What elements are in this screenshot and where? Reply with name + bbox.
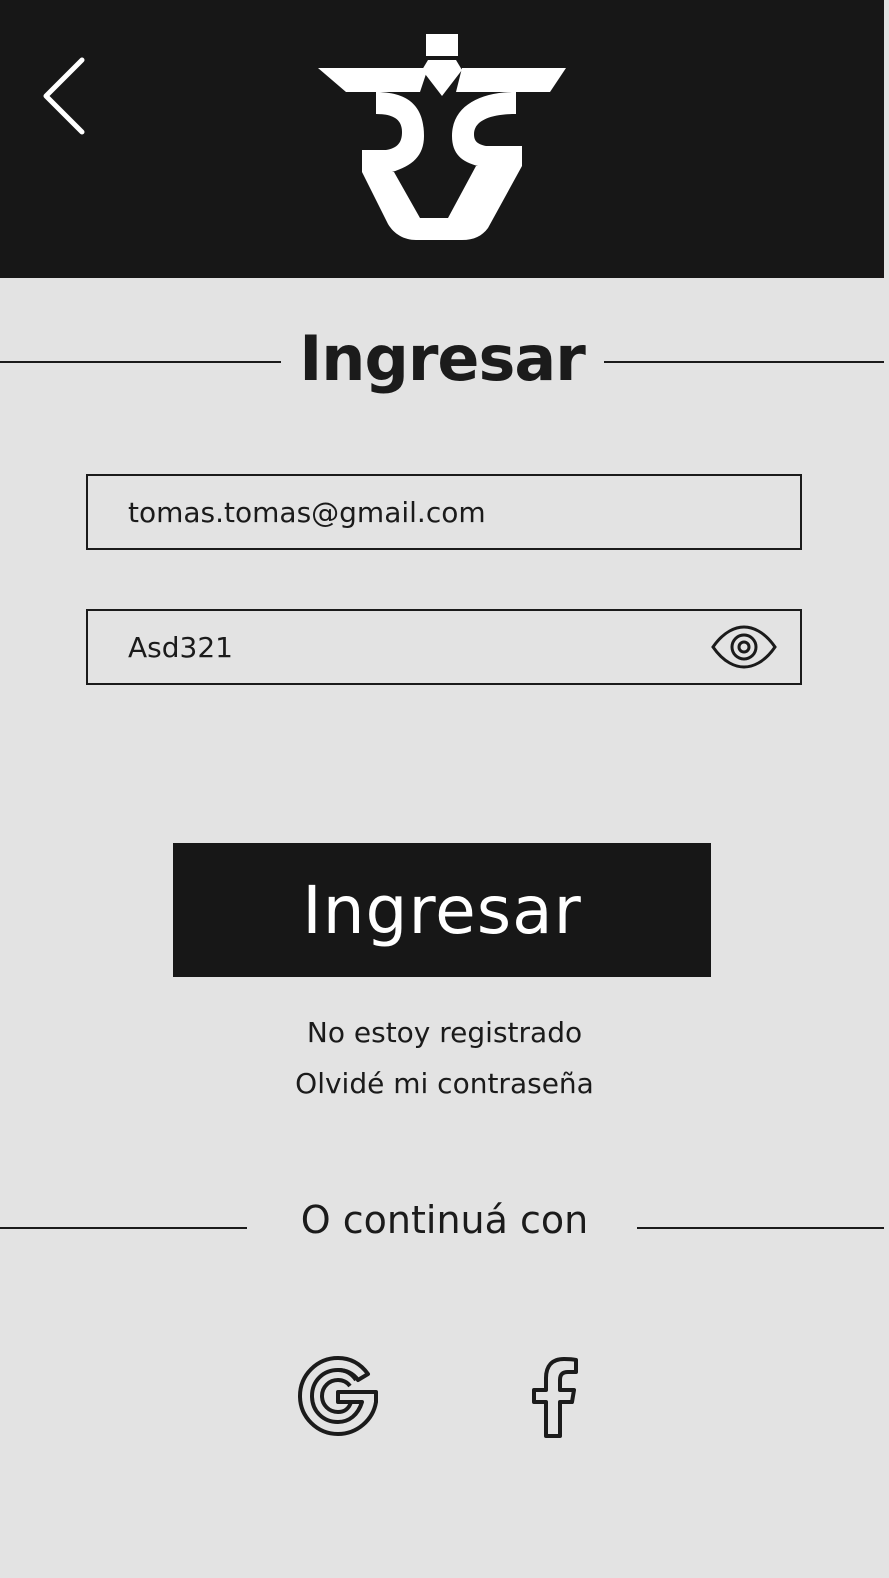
google-login-button[interactable]	[296, 1354, 380, 1438]
password-field	[86, 609, 802, 685]
facebook-login-button[interactable]	[530, 1356, 582, 1438]
google-icon	[298, 1356, 378, 1436]
chevron-left-icon	[43, 57, 85, 135]
register-link[interactable]: No estoy registrado	[0, 1016, 889, 1049]
page-title: Ingresar	[299, 322, 586, 395]
email-input[interactable]	[128, 476, 688, 548]
brand-logo	[318, 34, 566, 240]
forgot-password-link[interactable]: Olvidé mi contraseña	[0, 1067, 889, 1100]
email-field	[86, 474, 802, 550]
continue-with-label: O continuá con	[300, 1198, 589, 1242]
app-header	[0, 0, 884, 278]
facebook-icon	[532, 1357, 578, 1438]
show-password-button[interactable]	[710, 623, 778, 671]
login-submit-button[interactable]: Ingresar	[173, 843, 711, 977]
back-button[interactable]	[38, 52, 94, 142]
eye-icon	[711, 625, 777, 669]
password-input[interactable]	[128, 611, 688, 683]
